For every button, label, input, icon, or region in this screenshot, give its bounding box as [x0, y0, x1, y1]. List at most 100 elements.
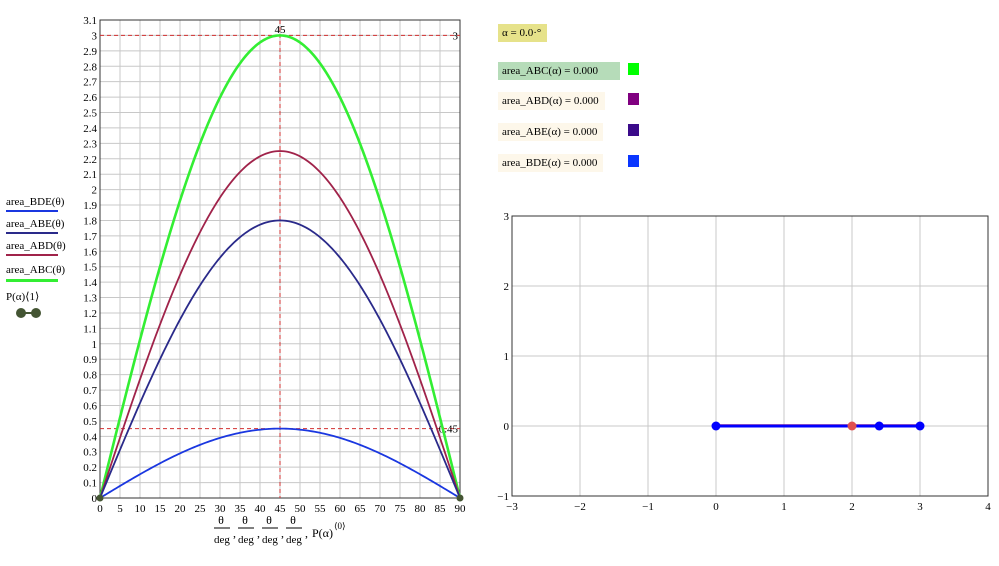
swatch-area-bde: [628, 155, 639, 167]
x-tick-label: 2: [849, 501, 855, 513]
y-tick-label: 0: [504, 421, 510, 433]
legend-block: area_BDE(θ) area_ABE(θ) area_ABD(θ) area…: [6, 196, 86, 326]
x-tick-label: 70: [375, 503, 387, 515]
x-tick-label: 0: [97, 503, 103, 515]
legend-label-area-abd: area_ABD(θ): [6, 240, 66, 252]
y-tick-label: 2.9: [83, 46, 97, 58]
alpha-control[interactable]: α = 0.0·°: [498, 24, 548, 42]
series-point: [96, 494, 104, 502]
y-tick-label: 0.9: [83, 354, 97, 366]
legend-entry-area-abe: area_ABE(θ): [6, 218, 64, 230]
y-tick-label: 2: [92, 185, 98, 197]
svg-text:θ: θ: [290, 513, 296, 527]
svg-text:,: ,: [281, 526, 284, 540]
alpha-control-label: α = 0.0·°: [502, 27, 542, 39]
legend-marker-p-alpha: [16, 308, 41, 318]
x-tick-label: 5: [117, 503, 123, 515]
svg-text:deg: deg: [262, 534, 278, 546]
svg-text:,: ,: [233, 526, 236, 540]
x-tick-label: 75: [395, 503, 407, 515]
x-tick-label: 65: [355, 503, 367, 515]
svg-text:θ: θ: [266, 513, 272, 527]
legend-entry-area-bde: area_BDE(θ): [6, 196, 64, 208]
x-tick-label: 50: [295, 503, 307, 515]
x-tick-label: 20: [175, 503, 187, 515]
legend-label-area-abe: area_ABE(θ): [6, 218, 65, 230]
x-tick-label: −2: [574, 501, 586, 513]
x-tick-label: 0: [713, 501, 719, 513]
y-tick-label: 1: [504, 351, 510, 363]
swatch-area-abd: [628, 93, 639, 105]
y-tick-label: 0: [92, 493, 98, 505]
x-tick-label: 90: [455, 503, 467, 515]
readout-area-abd: area_ABD(α) = 0.000: [498, 92, 605, 110]
svg-text:deg: deg: [214, 534, 230, 546]
x-tick-label: 25: [195, 503, 207, 515]
x-tick-label: 10: [135, 503, 147, 515]
swatch-area-abe: [628, 124, 639, 136]
legend-line-area-abd: [6, 254, 58, 256]
x-tick-label: 80: [415, 503, 427, 515]
triangle-xy-chart: −3 −2 −1 0 1 2 3 4−10123: [497, 211, 991, 513]
x-axis-label: θdeg ,θdeg ,θdeg ,θdeg, P(α) ⟨0⟩: [214, 513, 346, 546]
y-tick-label: 2.2: [83, 154, 97, 166]
series-point: [456, 494, 464, 502]
x-tick-label: 4: [985, 501, 991, 513]
x-tick-label: 55: [315, 503, 327, 515]
x-tick-label: 60: [335, 503, 347, 515]
y-tick-label: 2.1: [83, 169, 97, 181]
svg-text:deg: deg: [286, 534, 302, 546]
legend-line-area-abc: [6, 279, 58, 282]
readout-area-abc: area_ABC(α) = 0.000: [498, 62, 620, 80]
readout-area-bde: area_BDE(α) = 0.000: [498, 154, 604, 172]
y-tick-label: 2.5: [83, 108, 97, 120]
y-tick-label: 0.2: [83, 462, 97, 474]
svg-text:θ: θ: [218, 513, 224, 527]
x-tick-label: 85: [435, 503, 447, 515]
y-tick-label: 2.8: [83, 61, 97, 73]
marker-label-y: 3: [453, 30, 459, 42]
legend-label-p-alpha: P(α)⟨1⟩: [6, 291, 40, 303]
x-tick-label: 15: [155, 503, 167, 515]
y-tick-label: 1: [92, 339, 98, 351]
x-tick-label: 1: [781, 501, 787, 513]
x-tick-label: 3: [917, 501, 923, 513]
series-point: [711, 421, 721, 431]
svg-text:,: ,: [305, 526, 308, 540]
y-tick-label: 0.5: [83, 416, 97, 428]
readout-area-bde-text: area_BDE(α) = 0.000: [502, 157, 598, 169]
x-tick-label: −1: [642, 501, 654, 513]
y-tick-label: 3: [92, 30, 98, 42]
y-tick-label: 2.4: [83, 123, 97, 135]
series-point: [874, 421, 884, 431]
swatch-area-abc: [628, 63, 639, 75]
y-tick-label: −1: [497, 491, 509, 503]
y-tick-label: 0.6: [83, 400, 97, 412]
svg-text:,: ,: [257, 526, 260, 540]
svg-text:θ: θ: [242, 513, 248, 527]
legend-line-area-abe: [6, 232, 58, 234]
svg-text:deg: deg: [238, 534, 254, 546]
x-tick-label: 45: [275, 503, 287, 515]
y-tick-label: 2.3: [83, 138, 97, 150]
legend-entry-area-abc: area_ABC(θ): [6, 264, 65, 276]
svg-text:⟨0⟩: ⟨0⟩: [334, 521, 346, 531]
y-tick-label: 3.1: [83, 15, 97, 27]
y-tick-label: 3: [504, 211, 510, 223]
y-tick-label: 0.8: [83, 370, 97, 382]
legend-label-area-bde: area_BDE(θ): [6, 196, 65, 208]
legend-label-area-abc: area_ABC(θ): [6, 264, 66, 276]
readout-area-abe-text: area_ABE(α) = 0.000: [502, 126, 598, 138]
y-tick-label: 2: [504, 281, 510, 293]
series-point: [847, 421, 857, 431]
y-tick-label: 0.1: [83, 478, 97, 490]
readout-area-abe: area_ABE(α) = 0.000: [498, 123, 604, 141]
y-tick-label: 0.3: [83, 447, 97, 459]
svg-text:P(α): P(α): [312, 526, 333, 540]
legend-entry-p-alpha: P(α)⟨1⟩: [6, 290, 39, 303]
series-point: [915, 421, 925, 431]
legend-line-area-bde: [6, 210, 58, 212]
legend-entry-area-abd: area_ABD(θ): [6, 240, 66, 252]
y-tick-label: 2.6: [83, 92, 97, 104]
x-tick-label: 40: [255, 503, 267, 515]
